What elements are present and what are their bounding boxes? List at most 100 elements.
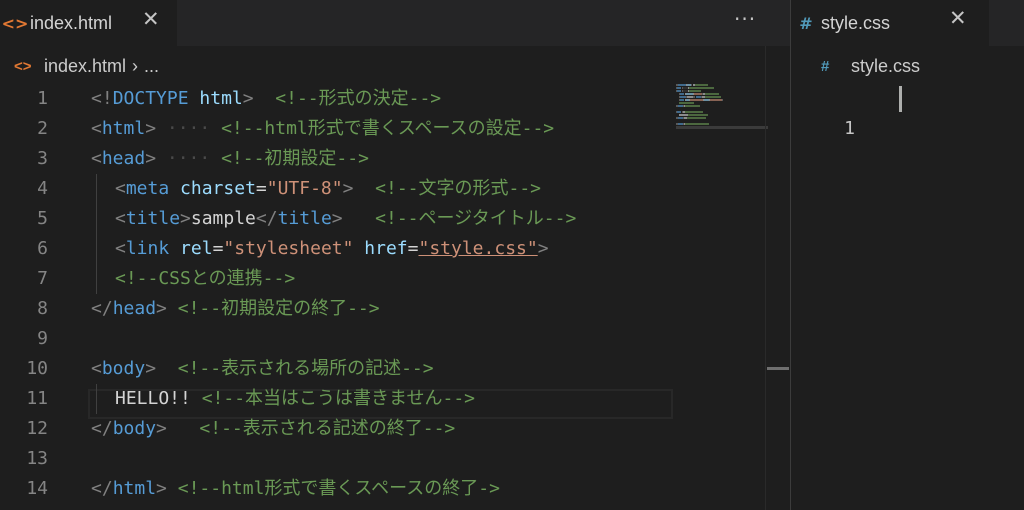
code-token: </	[91, 298, 113, 319]
code-token: <!--ページタイトル-->	[375, 208, 577, 229]
code-token: >	[180, 208, 191, 229]
breadcrumb: # style.css	[821, 53, 920, 79]
code-text: <title>sample</title> <!--ページタイトル-->	[115, 204, 576, 234]
code-token: <!--html形式で書くスペースの設定-->	[221, 118, 555, 139]
minimap-token	[694, 93, 703, 95]
code-token: =	[255, 178, 267, 199]
tab-bar: # style.css ✕	[791, 0, 1024, 46]
code-token: rel	[180, 238, 213, 259]
code-token: <!--表示される記述の終了-->	[199, 418, 456, 439]
indent-guide	[96, 264, 97, 294]
text-cursor	[899, 86, 902, 112]
line-number: 8	[37, 298, 48, 319]
line-number: 1	[844, 118, 855, 139]
breadcrumb-file[interactable]: index.html	[44, 56, 126, 77]
minimap-slider[interactable]	[676, 126, 768, 129]
line-number: 3	[37, 148, 48, 169]
tab-label: index.html	[30, 12, 113, 33]
code-token: charset	[180, 178, 256, 199]
line-number: 14	[26, 478, 48, 499]
indent-guide	[96, 174, 97, 204]
indent-guide	[96, 384, 97, 414]
html-file-icon: <>	[1, 13, 29, 33]
minimap[interactable]	[676, 84, 768, 144]
tab-index-html[interactable]: <> index.html ✕	[0, 0, 177, 46]
breadcrumb-file[interactable]: style.css	[851, 56, 920, 77]
minimap-token	[687, 114, 708, 116]
code-token: <!--形式の決定-->	[275, 88, 442, 109]
more-actions-icon[interactable]: ···	[734, 7, 756, 31]
minimap-token	[684, 105, 701, 107]
breadcrumb-symbols[interactable]: ...	[144, 56, 159, 77]
code-token: body	[101, 358, 146, 379]
href-link[interactable]: "style.css"	[419, 238, 538, 259]
minimap-token	[685, 93, 694, 95]
indent-guide	[96, 234, 97, 264]
code-token: <!--初期設定-->	[221, 148, 369, 169]
code-token: >	[145, 148, 157, 169]
breadcrumb: <> index.html › ...	[14, 53, 159, 79]
code-token: >	[145, 358, 157, 379]
code-text: <meta charset="UTF-8"> <!--文字の形式-->	[115, 174, 541, 204]
code-token: >	[342, 178, 354, 199]
minimap-token	[705, 93, 719, 95]
code-token: >	[242, 88, 254, 109]
minimap-token	[689, 87, 715, 89]
code-token: <!--html形式で書くスペースの終了->	[177, 478, 500, 499]
close-icon[interactable]: ✕	[949, 8, 967, 29]
code-token: "UTF-8"	[266, 178, 343, 199]
tab-bar: <> index.html ✕ ···	[0, 0, 790, 46]
minimap-token	[684, 123, 709, 125]
code-token: >	[156, 298, 167, 319]
editor-group-left: <> index.html ✕ ··· <> index.html › ... …	[0, 0, 790, 510]
code-text: </head> <!--初期設定の終了-->	[91, 294, 380, 324]
code-token: =	[212, 238, 224, 259]
code-token: =	[407, 238, 419, 259]
minimap-token	[684, 111, 704, 113]
code-token: html	[112, 478, 157, 499]
hash-icon: #	[799, 13, 813, 33]
close-icon[interactable]: ✕	[142, 9, 160, 30]
code-token: <!--CSSとの連携-->	[115, 268, 296, 289]
minimap-token	[679, 114, 688, 116]
code-text: <head> ···· <!--初期設定-->	[91, 144, 369, 174]
code-token: title	[125, 208, 181, 229]
code-token: >	[331, 208, 343, 229]
code-token: >	[537, 238, 549, 259]
code-token: html	[199, 88, 243, 109]
editor-group-right: # style.css ✕ # style.css 1	[791, 0, 1024, 510]
scrollbar-thumb[interactable]	[767, 367, 789, 370]
code-token: link	[125, 238, 170, 259]
line-number: 10	[26, 358, 48, 379]
line-number: 2	[37, 118, 48, 139]
minimap-token	[687, 117, 706, 119]
code-token: <	[115, 238, 126, 259]
code-text: HELLO!! <!--本当はこうは書きません-->	[115, 384, 475, 414]
code-token: </	[255, 208, 278, 229]
code-token: <	[91, 358, 102, 379]
code-token: <	[115, 178, 126, 199]
tab-label: style.css	[821, 12, 891, 33]
chevron-right-icon: ›	[132, 55, 139, 76]
code-token: sample	[190, 208, 256, 229]
code-text: <body> <!--表示される場所の記述-->	[91, 354, 434, 384]
line-number: 13	[26, 448, 48, 469]
minimap-token	[679, 102, 695, 104]
code-token: <!--初期設定の終了-->	[177, 298, 380, 319]
code-line: 1	[791, 84, 902, 139]
code-text: <!--CSSとの連携-->	[115, 264, 295, 294]
code-token: DOCTYPE	[112, 88, 189, 109]
vertical-scrollbar[interactable]	[765, 46, 766, 510]
line-number: 7	[37, 268, 48, 289]
line-number: 4	[37, 178, 48, 199]
code-text: </html> <!--html形式で書くスペースの終了->	[91, 474, 500, 504]
tab-style-css[interactable]: # style.css ✕	[791, 0, 989, 46]
